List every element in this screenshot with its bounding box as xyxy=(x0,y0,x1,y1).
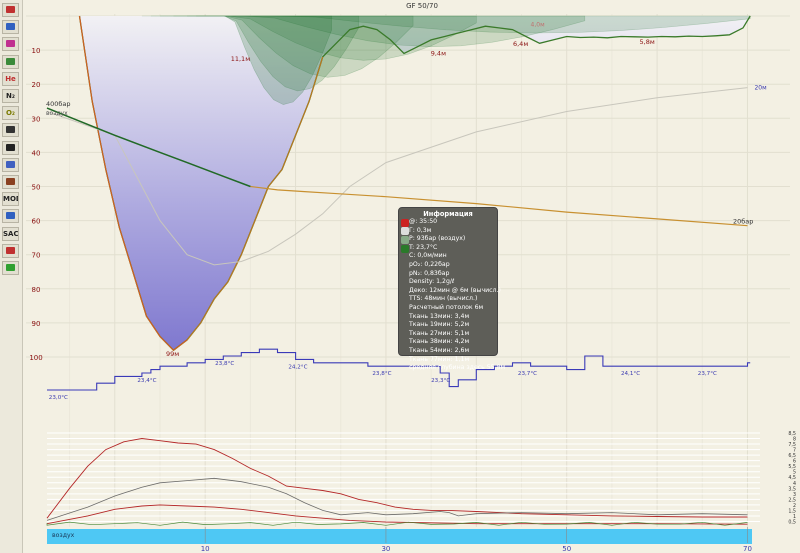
depth-tick-label: 80 xyxy=(32,286,41,294)
info-line: Ткань 19мин: 5,2м xyxy=(409,321,470,329)
gas-bar xyxy=(47,529,752,544)
info-box: Информация @: 35:50 Г: 0,3м P: 93бар (возд… xyxy=(398,207,505,371)
depth-label: 11,1м xyxy=(231,55,250,63)
depth-tick-label: 100 xyxy=(29,354,42,362)
temperature-label: 23,0°C xyxy=(49,395,68,401)
depth-tick-label: 10 xyxy=(32,47,41,55)
info-line: Деко: 12мин @ 6м (вычисл.) xyxy=(409,286,501,294)
pp-tick-label: 2 xyxy=(793,503,796,509)
pressure-start-label: 400бар xyxy=(46,100,71,108)
pp-tick-label: 7 xyxy=(793,448,796,454)
info-line: Ткань 27мин: 5,1м xyxy=(409,329,470,337)
ceiling-note-label: 4,0м xyxy=(531,22,545,29)
pp-tick-label: 6 xyxy=(793,459,796,465)
pp-tick-label: 7,5 xyxy=(788,442,796,448)
depth-tick-label: 50 xyxy=(32,184,41,192)
info-line: pO₂: 0,22бар xyxy=(409,260,450,268)
info-line: Расчетный потолок 6м xyxy=(409,303,484,311)
pp-tick-label: 6,5 xyxy=(788,453,796,459)
pressure-gas-label: воздух xyxy=(46,110,68,117)
info-line: Г: 0,3м xyxy=(409,226,432,234)
ceiling-info-icon xyxy=(401,227,409,235)
gas-bar-label: воздух xyxy=(52,532,75,539)
time-tick-label: 50 xyxy=(562,545,571,553)
pp-tick-label: 4 xyxy=(793,481,796,487)
pp-tick-label: 0,5 xyxy=(788,519,796,525)
depth-tick-label: 60 xyxy=(32,218,41,226)
info-line: TTS: 48мин (вычисл.) xyxy=(409,295,478,303)
info-line: средняя глубина здесь 55,8м xyxy=(409,364,506,372)
depth-tick-label: 30 xyxy=(32,115,41,123)
depth-label: 6,4м xyxy=(513,40,528,48)
depth-label: 99м xyxy=(166,350,179,358)
pp-tick-label: 5 xyxy=(793,470,796,476)
pp-tick-label: 3 xyxy=(793,492,796,498)
depth-tick-label: 40 xyxy=(32,149,41,157)
pressure-end-label: 20бар xyxy=(733,218,753,226)
temperature-label: 23,4°C xyxy=(137,378,156,384)
info-line: Ткань 54мин: 2,6м xyxy=(409,346,470,354)
info-line: Density: 1,2g/ℓ xyxy=(409,278,455,286)
pp-tick-label: 3,5 xyxy=(788,486,796,492)
depth-tick-label: 70 xyxy=(32,252,41,260)
info-line: Ткань 13мин: 3,4м xyxy=(409,312,470,320)
temperature-label: 23,8°C xyxy=(372,371,391,377)
event-icon xyxy=(401,219,409,227)
temperature-label: 23,7°C xyxy=(698,371,717,377)
info-line: @: 35:50 xyxy=(409,218,438,225)
info-line: pN₂: 0,83бар xyxy=(409,269,450,277)
temperature-label: 23,7°C xyxy=(518,371,537,377)
chart-title: GF 50/70 xyxy=(406,2,438,10)
pp-tick-label: 4,5 xyxy=(788,475,796,481)
pp-tick-label: 8,5 xyxy=(788,431,796,437)
info-line: T: 23,7°C xyxy=(409,243,438,251)
gf-line-label: 20м xyxy=(754,85,766,92)
temperature-label: 23,3°C xyxy=(431,378,450,384)
depth-label: 9,4м xyxy=(431,49,446,57)
time-tick-label: 10 xyxy=(201,545,210,553)
info-line: С: 0,0м/мин xyxy=(409,252,447,260)
pp-tick-label: 1 xyxy=(793,514,796,520)
temperature-label: 23,8°C xyxy=(215,361,234,367)
time-tick-label: 30 xyxy=(381,545,390,553)
cylinder-icon xyxy=(401,236,409,244)
gas-icon xyxy=(401,245,409,253)
depth-tick-label: 90 xyxy=(32,320,41,328)
pp-tick-label: 5,5 xyxy=(788,464,796,470)
depth-tick-label: 20 xyxy=(32,81,41,89)
pp-tick-label: 8 xyxy=(793,437,796,443)
temperature-label: 24,2°C xyxy=(288,364,307,370)
time-tick-label: 70 xyxy=(743,545,752,553)
temperature-label: 24,1°C xyxy=(621,371,640,377)
info-line: Ткань 38мин: 4,2м xyxy=(409,338,470,346)
info-line: P: 93бар (воздух) xyxy=(409,235,466,243)
pp-tick-label: 1,5 xyxy=(788,508,796,514)
info-title: Информация xyxy=(423,210,473,218)
pp-tick-label: 2,5 xyxy=(788,497,796,503)
info-line: Ткань 77мин: 1,1м xyxy=(409,355,470,363)
depth-label: 5,8м xyxy=(640,38,655,46)
